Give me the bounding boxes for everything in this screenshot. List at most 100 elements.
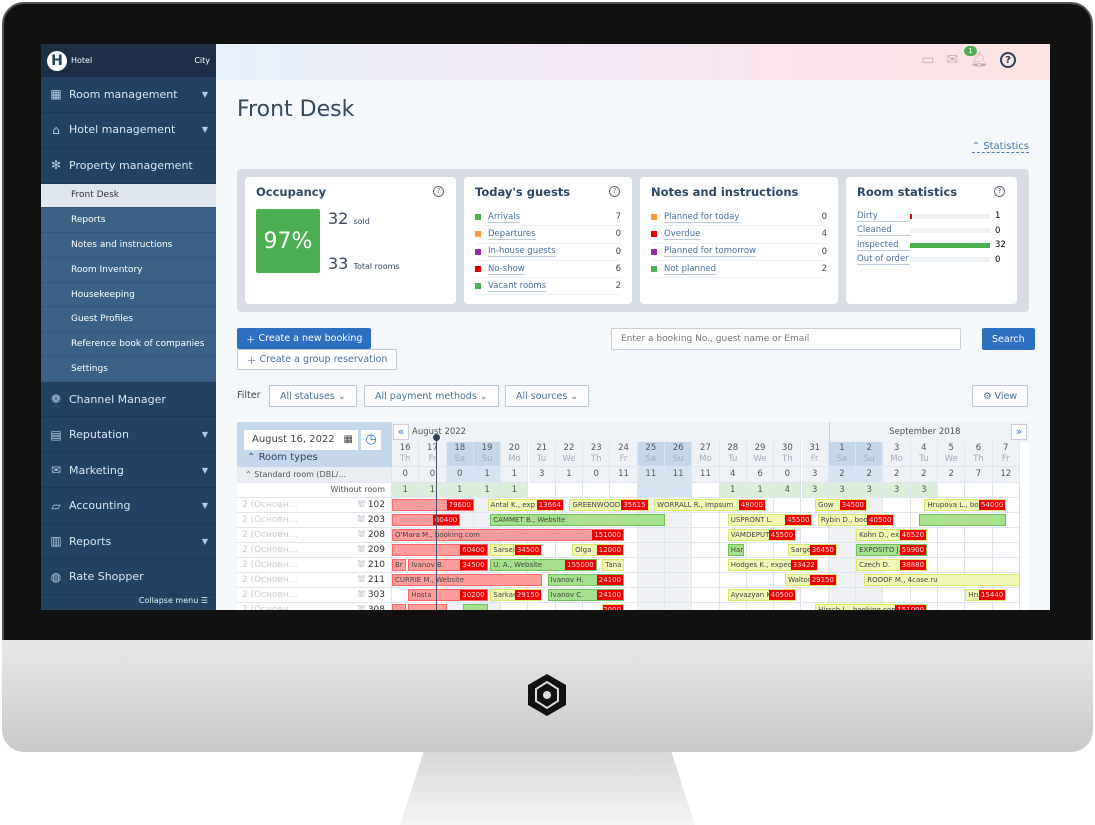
booking-bar[interactable] [918, 514, 1007, 526]
day-header[interactable]: 1 Sa [828, 442, 857, 467]
booking-bar[interactable]: Gow 34500 [815, 499, 867, 511]
grid-cell[interactable] [637, 603, 665, 610]
day-header[interactable]: 27 Mo [692, 442, 720, 467]
sidebar-item-reputation[interactable]: ▤ Reputation ▼ [41, 417, 216, 453]
booking-bar[interactable]: Anna12000 [602, 604, 625, 610]
sidebar-item-reports[interactable]: ▥ Reports ▼ [41, 524, 216, 560]
booking-bar[interactable]: Ivanov B. 34500 [408, 559, 488, 571]
grid-cell[interactable] [692, 573, 720, 588]
grid-cell[interactable] [555, 603, 584, 610]
grid-cell[interactable] [665, 558, 693, 573]
day-header[interactable]: 3 Mo [883, 442, 911, 467]
booking-bar[interactable] [462, 604, 488, 610]
help-icon[interactable]: ? [1000, 52, 1016, 68]
submenu-item-room-inventory[interactable]: Room Inventory [41, 257, 216, 283]
help-icon[interactable]: ? [994, 186, 1005, 197]
day-header[interactable]: 20 Mo [501, 442, 529, 467]
booking-bar[interactable]: Ivanov H. 24100 [547, 574, 625, 586]
list-link[interactable]: Departures [488, 229, 536, 240]
booking-bar[interactable]: CURRIE M., Website [392, 574, 543, 586]
grid-cell[interactable] [665, 603, 693, 610]
list-link[interactable]: Planned for tomorrow [664, 246, 757, 258]
room-stat-link[interactable]: Out of order [857, 254, 910, 266]
sidebar-item-accounting[interactable]: ▱ Accounting ▼ [41, 488, 216, 524]
booking-bar[interactable]: GREENWOOD 35615 [569, 499, 649, 511]
grid-cell[interactable] [938, 528, 966, 543]
booking-bar[interactable]: Hrup 15440 [965, 589, 1007, 601]
sidebar-item-hotel-management[interactable]: ⌂ Hotel management ▼ [41, 113, 216, 148]
submenu-item-reference-book-of-companies[interactable]: Reference book of companies [41, 332, 216, 358]
grid-cell[interactable] [665, 543, 693, 558]
booking-bar[interactable]: Czech D. 38880 [856, 559, 928, 571]
booking-bar[interactable]: 60400 [392, 514, 461, 526]
grid-cell[interactable] [965, 603, 993, 610]
grid-cell[interactable] [692, 513, 720, 528]
sidebar-item-rate-shopper[interactable]: ◍ Rate Shopper [41, 559, 216, 595]
grid-cell[interactable] [692, 558, 720, 573]
grid-cell[interactable] [692, 603, 720, 610]
booking-bar[interactable]: Sarkar B., exp29150 [490, 589, 543, 601]
submenu-item-notes-and-instructions[interactable]: Notes and instructions [41, 233, 216, 258]
day-header[interactable]: 4 Tu [910, 442, 938, 467]
booking-bar[interactable]: 60400 [392, 544, 488, 556]
collapse-menu-button[interactable]: Collapse menu ☰ [41, 596, 216, 610]
create-group-reservation-button[interactable]: ＋ Create a group reservation [237, 349, 398, 370]
grid-cell[interactable] [637, 528, 665, 543]
room-stat-link[interactable]: Dirty [857, 211, 910, 222]
booking-bar[interactable]: Hodges K., expedia.com 33422 [727, 559, 818, 571]
booking-bar[interactable]: Kohn D., expedia.com46520 [856, 529, 928, 541]
grid-cell[interactable] [801, 528, 829, 543]
booking-search-input[interactable]: Enter a booking No., guest name or Email [611, 328, 961, 350]
grid-cell[interactable] [665, 588, 693, 603]
grid-cell[interactable] [828, 528, 857, 543]
grid-cell[interactable] [938, 543, 966, 558]
day-header[interactable]: 6 Th [965, 442, 993, 467]
grid-cell[interactable] [828, 588, 857, 603]
current-time-line[interactable] [435, 436, 438, 610]
list-link[interactable]: No-show [488, 264, 525, 275]
submenu-item-front-desk[interactable]: Front Desk [41, 183, 216, 209]
search-button[interactable]: Search [982, 328, 1035, 350]
booking-bar[interactable]: U. A., Website 155000 [490, 559, 597, 571]
booking-bar[interactable] [408, 604, 447, 610]
booking-bar[interactable]: Sarsel 34500 [490, 544, 543, 556]
booking-bar[interactable]: Ayvazyan K. 40500 [727, 589, 797, 601]
grid-cell[interactable] [665, 573, 693, 588]
grid-cell[interactable] [692, 543, 720, 558]
grid-cell[interactable] [665, 513, 693, 528]
room-types-toggle[interactable]: ⌃ Room types [247, 452, 318, 463]
day-header[interactable]: 31 Fr [801, 442, 829, 467]
day-header[interactable]: 22 We [555, 442, 584, 467]
submenu-item-housekeeping[interactable]: Housekeeping [41, 282, 216, 308]
list-link[interactable]: In-house guests [488, 246, 556, 258]
list-link[interactable]: Arrivals [488, 212, 521, 223]
submenu-item-settings[interactable]: Settings [41, 357, 216, 382]
booking-bar[interactable]: Sargent H.36450 [787, 544, 837, 556]
grid-cell[interactable] [692, 528, 720, 543]
booking-bar[interactable]: O'Mara M., booking.com 151000 [392, 529, 625, 541]
list-link[interactable]: Not planned [664, 264, 716, 275]
current-time-handle[interactable] [432, 434, 440, 441]
grid-cell[interactable] [965, 528, 993, 543]
grid-cell[interactable] [746, 603, 775, 610]
grid-cell[interactable] [774, 498, 802, 513]
statistics-toggle[interactable]: ⌃ Statistics [971, 141, 1029, 153]
booking-bar[interactable]: CAMMET B., Website [490, 514, 665, 526]
grid-cell[interactable] [746, 573, 775, 588]
bell-icon[interactable]: 🔔︎ 1 [964, 46, 988, 68]
booking-bar[interactable]: Hosta 30200 [408, 589, 488, 601]
status-filter[interactable]: All statuses ⌄ [269, 385, 357, 407]
grid-cell[interactable] [801, 588, 829, 603]
sidebar-item-room-management[interactable]: ▦ Room management ▼ [41, 77, 216, 113]
grid-cell[interactable] [719, 573, 747, 588]
wallet-icon[interactable]: ▭ [921, 52, 934, 68]
grid-cell[interactable] [938, 588, 966, 603]
grid-cell[interactable] [774, 603, 802, 610]
booking-bar[interactable]: Ivanov C. 24100 [547, 589, 625, 601]
date-picker[interactable]: August 16, 2022 ▦ [244, 430, 358, 450]
day-header[interactable]: 2 Su [856, 442, 884, 467]
prev-button[interactable]: « [393, 424, 409, 440]
booking-bar[interactable]: EXPOSITO J., Website 59900 [856, 544, 928, 556]
grid-cell[interactable] [992, 603, 1020, 610]
day-header[interactable]: 23 Th [583, 442, 611, 467]
